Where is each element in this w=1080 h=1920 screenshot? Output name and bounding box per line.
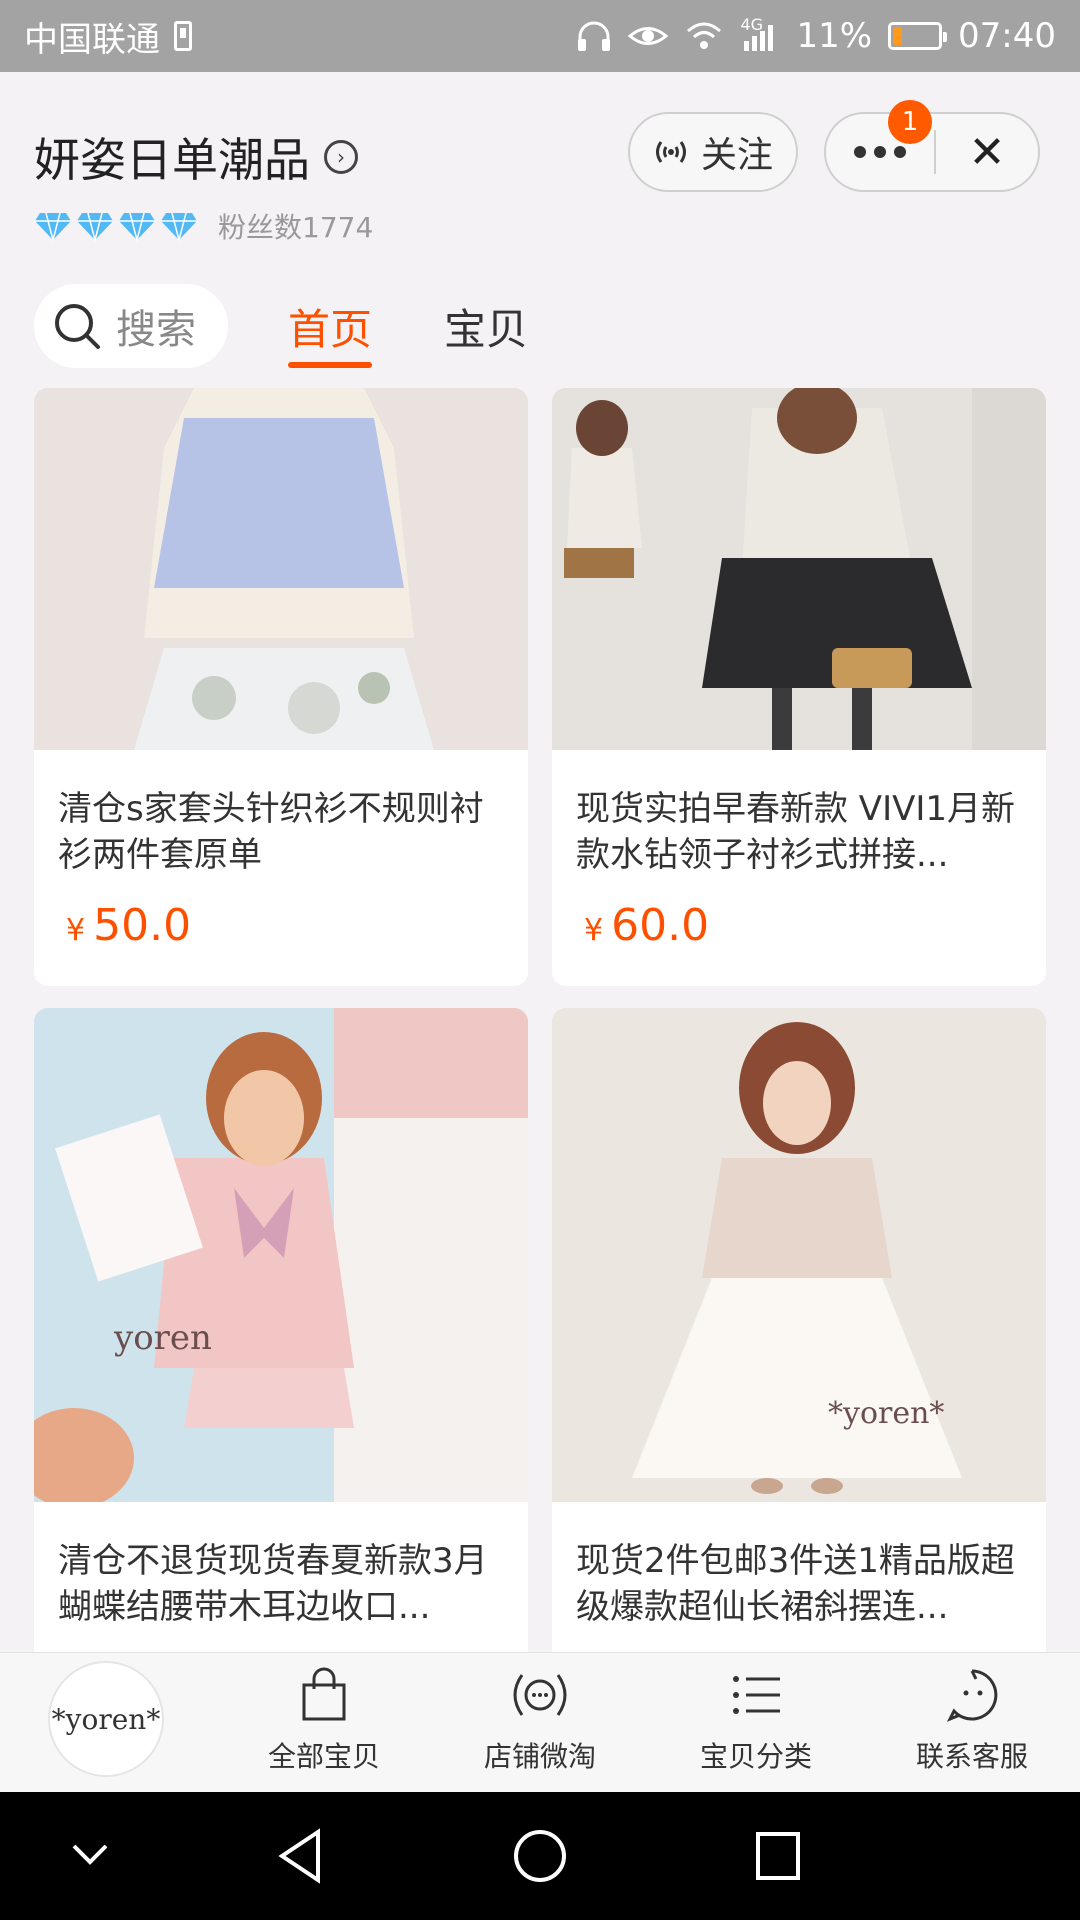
- close-icon: ✕: [968, 126, 1006, 178]
- diamond-icon: [76, 211, 114, 243]
- notification-badge: 1: [888, 100, 932, 144]
- shop-rating-row: 粉丝数1774: [34, 206, 373, 246]
- chat-face-icon: [946, 1669, 998, 1722]
- search-button[interactable]: 搜索: [34, 284, 228, 368]
- product-title: 现货2件包邮3件送1精品版超级爆款超仙长裙斜摆连...: [576, 1541, 1015, 1627]
- product-card[interactable]: yoren 清仓不退货现货春夏新款3月蝴蝶结腰带木耳边收口...: [34, 1008, 528, 1652]
- back-icon[interactable]: [274, 1824, 326, 1888]
- list-icon: [733, 1676, 780, 1714]
- product-card[interactable]: 清仓s家套头针织衫不规则衬衫两件套原单 ¥ 50.0: [34, 388, 528, 986]
- diamond-icon: [34, 211, 72, 243]
- network-type: 4G: [740, 15, 764, 34]
- carrier-label: 中国联通: [24, 19, 160, 60]
- tab-items[interactable]: 宝贝: [444, 296, 528, 357]
- shop-name: 妍姿日单潮品: [34, 133, 310, 187]
- broadcast-icon: [513, 1674, 567, 1716]
- product-image-watermark: *yoren*: [828, 1396, 945, 1431]
- nav-customer-service[interactable]: 联系客服: [882, 1665, 1062, 1775]
- product-grid: 清仓s家套头针织衫不规则衬衫两件套原单 ¥ 50.0 现货实拍早春新款 VIVI…: [34, 388, 1046, 1652]
- product-title: 现货实拍早春新款 VIVI1月新款水钻领子衬衫式拼接...: [576, 789, 1016, 875]
- nav-categories[interactable]: 宝贝分类: [666, 1665, 846, 1775]
- product-title: 清仓不退货现货春夏新款3月蝴蝶结腰带木耳边收口...: [58, 1541, 488, 1627]
- diamond-icon: [118, 211, 156, 243]
- product-title: 清仓s家套头针织衫不规则衬衫两件套原单: [58, 789, 484, 875]
- status-bar: 中国联通 4G 11% 07:40: [0, 0, 1080, 72]
- product-price: ¥ 50.0: [66, 900, 192, 951]
- battery-percent: 11%: [796, 16, 873, 56]
- mini-app-capsule: ✕: [824, 112, 1040, 192]
- rating-diamonds: [34, 211, 198, 243]
- home-icon[interactable]: [510, 1824, 570, 1888]
- product-price: ¥ 60.0: [584, 900, 710, 951]
- product-image-watermark: yoren: [114, 1318, 212, 1358]
- more-dots-icon: [854, 146, 866, 158]
- product-image: yoren: [34, 1008, 528, 1502]
- clock: 07:40: [958, 16, 1056, 56]
- nav-shop-feed[interactable]: 店铺微淘: [450, 1665, 630, 1775]
- diamond-icon: [160, 211, 198, 243]
- follow-button[interactable]: 关注: [628, 112, 798, 192]
- fans-count: 粉丝数1774: [218, 211, 374, 244]
- nav-all-items[interactable]: 全部宝贝: [234, 1665, 414, 1775]
- shopping-bag-icon: [302, 1667, 346, 1721]
- broadcast-icon: [655, 141, 686, 163]
- product-image: [34, 388, 528, 750]
- product-card[interactable]: *yoren* 现货2件包邮3件送1精品版超级爆款超仙长裙斜摆连...: [552, 1008, 1046, 1652]
- product-card[interactable]: 现货实拍早春新款 VIVI1月新款水钻领子衬衫式拼接... ¥ 60.0: [552, 388, 1046, 986]
- more-button[interactable]: [826, 146, 934, 158]
- eye-icon: [628, 27, 669, 45]
- shop-title-row[interactable]: 妍姿日单潮品 ›: [34, 124, 358, 190]
- product-image: [552, 388, 1046, 750]
- product-image: *yoren*: [552, 1008, 1046, 1502]
- battery-icon: [888, 22, 948, 50]
- chevron-right-icon: ›: [324, 140, 358, 174]
- search-label: 搜索: [116, 307, 196, 353]
- tab-home[interactable]: 首页: [288, 296, 373, 368]
- shop-header: 妍姿日单潮品 › 粉丝数1774 关注 ✕ 1 搜索 首页 宝贝: [0, 72, 1080, 392]
- search-icon: [55, 304, 100, 349]
- active-tab-indicator: [288, 362, 373, 368]
- wifi-icon: [687, 22, 722, 49]
- hide-nav-chevron-icon[interactable]: [68, 1824, 112, 1888]
- headphones-icon: [578, 21, 611, 51]
- sim-card-icon: [174, 21, 192, 51]
- close-button[interactable]: ✕: [936, 127, 1038, 178]
- shop-logo-text: *yoren*: [51, 1702, 161, 1736]
- system-nav-bar: [0, 1792, 1080, 1920]
- follow-label: 关注: [700, 135, 773, 176]
- shop-logo[interactable]: *yoren*: [48, 1661, 164, 1777]
- bottom-nav: *yoren* 全部宝贝 店铺微淘 宝贝分类 联系客服: [0, 1652, 1080, 1793]
- recents-icon[interactable]: [752, 1824, 804, 1888]
